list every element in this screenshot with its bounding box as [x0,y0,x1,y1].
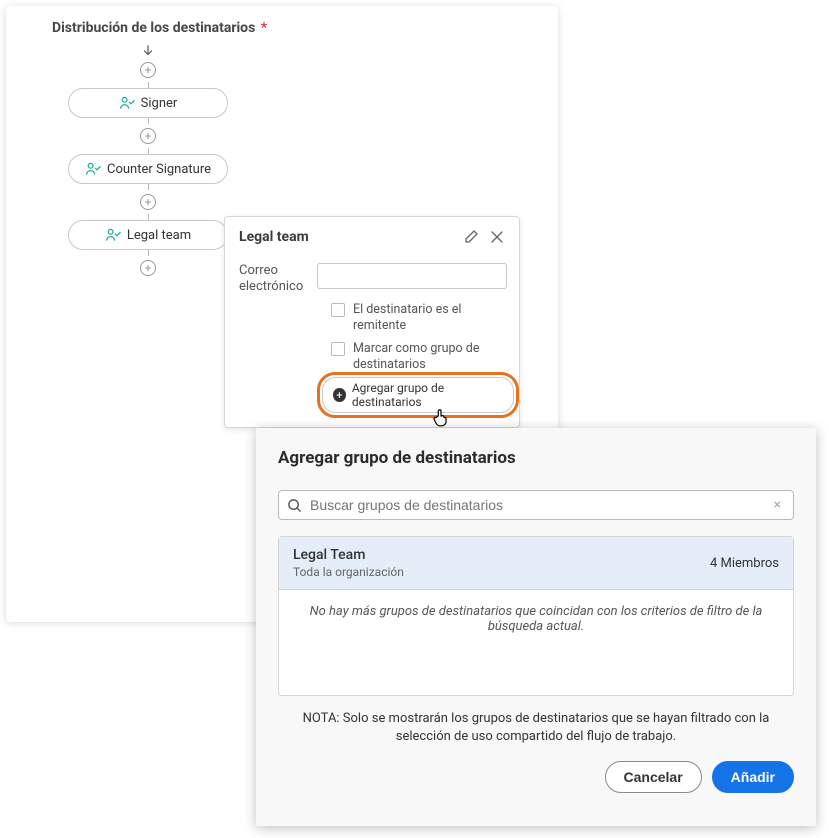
recipient-editor-popout: Legal team Correo electrónico El destina… [224,216,520,428]
checkbox-sender-row: El destinatario es el remitente [331,302,505,333]
add-recipient-group-label: Agregar grupo de destinatarios [352,381,503,409]
add-recipient-group-button[interactable]: + Agregar grupo de destinatarios [322,377,514,413]
connector-line [148,250,149,256]
signer-icon [119,95,135,111]
edit-icon[interactable] [463,229,479,245]
group-result-item[interactable]: Legal Team Toda la organización 4 Miembr… [279,537,793,590]
checkbox-sender[interactable] [331,303,345,317]
section-title-text: Distribución de los destinatarios [52,20,255,36]
recipient-node-label: Legal team [127,228,191,243]
close-icon[interactable] [489,229,505,245]
group-name: Legal Team [293,547,404,563]
email-input[interactable] [317,263,507,289]
no-more-groups-message: No hay más grupos de destinatarios que c… [279,590,793,648]
group-result-list: Legal Team Toda la organización 4 Miembr… [278,536,794,696]
add-recipient-button[interactable]: + [140,194,156,210]
add-recipient-button[interactable]: + [140,128,156,144]
checkbox-group-row: Marcar como grupo de destinatarios [331,341,505,372]
modal-title: Agregar grupo de destinatarios [278,448,794,468]
cancel-button[interactable]: Cancelar [605,761,702,793]
recipient-node-label: Signer [141,96,178,111]
popout-actions [463,229,505,245]
email-row: Correo electrónico [239,263,505,294]
group-members-count: 4 Miembros [710,556,779,571]
signer-icon [85,161,101,177]
recipient-node-legal-team[interactable]: Legal team [68,220,228,250]
add-group-highlight: + Agregar grupo de destinatarios [317,372,519,418]
recipient-node-signer[interactable]: Signer [68,88,228,118]
checkbox-sender-label: El destinatario es el remitente [353,302,505,333]
modal-note: NOTA: Solo se mostrarán los grupos de de… [278,710,794,745]
signer-icon [105,227,121,243]
add-button[interactable]: Añadir [712,761,794,793]
required-asterisk: * [261,20,267,36]
popout-header: Legal team [239,229,505,245]
group-result-text: Legal Team Toda la organización [293,547,404,579]
recipient-node-label: Counter Signature [107,162,211,177]
search-icon [287,498,302,513]
add-recipient-group-modal: Agregar grupo de destinatarios × Legal T… [256,428,816,826]
search-input[interactable] [310,497,762,513]
group-scope: Toda la organización [293,565,404,579]
section-title: Distribución de los destinatarios * [52,20,546,36]
popout-title: Legal team [239,229,309,245]
email-label: Correo electrónico [239,263,303,294]
checkbox-group[interactable] [331,342,345,356]
search-field-wrap: × [278,490,794,520]
add-recipient-button[interactable]: + [140,260,156,276]
arrow-down-icon [141,44,155,58]
checkbox-group-label: Marcar como grupo de destinatarios [353,341,505,372]
cursor-hand-icon [430,407,452,429]
connector-line [148,118,149,124]
add-recipient-button[interactable]: + [140,62,156,78]
modal-footer: Cancelar Añadir [278,761,794,793]
connector-line [148,184,149,190]
recipient-node-counter-signature[interactable]: Counter Signature [68,154,228,184]
plus-circle-icon: + [333,388,346,402]
clear-search-button[interactable]: × [770,497,785,513]
